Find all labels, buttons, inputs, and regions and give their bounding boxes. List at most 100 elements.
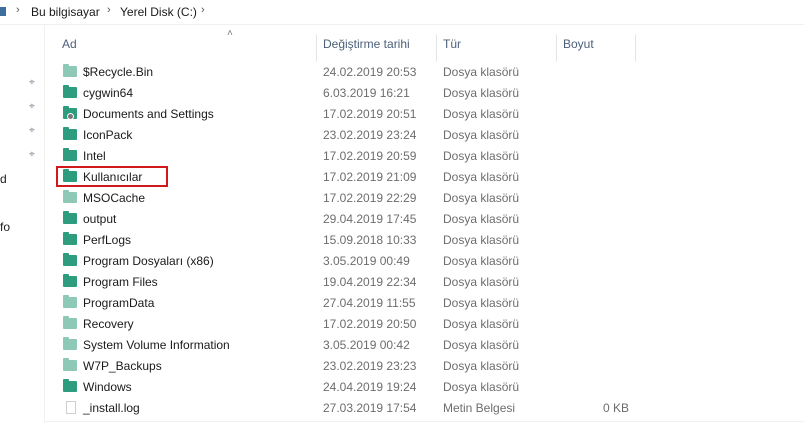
folder-icon bbox=[63, 148, 77, 161]
file-name: Documents and Settings bbox=[83, 107, 214, 121]
chevron-right-icon[interactable]: › bbox=[201, 4, 205, 16]
nav-item-partial[interactable]: d bbox=[0, 172, 7, 186]
column-divider[interactable] bbox=[635, 34, 636, 62]
file-row[interactable]: Program Files 19.04.2019 22:34 Dosya klasö… bbox=[45, 272, 637, 293]
file-date: 3.05.2019 00:49 bbox=[323, 254, 410, 268]
file-name: Program Files bbox=[83, 275, 158, 289]
column-header-name[interactable]: Ad bbox=[62, 37, 77, 51]
breadcrumb-local-disk[interactable]: Yerel Disk (C:) bbox=[120, 5, 197, 19]
file-type: Dosya klasörü bbox=[443, 170, 520, 184]
file-date: 23.02.2019 23:23 bbox=[323, 359, 417, 373]
file-row[interactable]: Program Dosyaları (x86) 3.05.2019 00:49 Do… bbox=[45, 251, 637, 272]
file-date: 27.04.2019 11:55 bbox=[323, 296, 416, 310]
file-row[interactable]: _install.log 27.03.2019 17:54 Metin Belges… bbox=[45, 398, 637, 419]
file-date: 3.05.2019 00:42 bbox=[323, 338, 410, 352]
file-type: Metin Belgesi bbox=[443, 401, 516, 415]
folder-icon bbox=[63, 253, 77, 266]
file-date: 23.02.2019 23:24 bbox=[323, 128, 417, 142]
file-date: 17.02.2019 21:09 bbox=[323, 170, 417, 184]
file-name: output bbox=[83, 212, 117, 226]
nav-item-partial[interactable]: fo bbox=[0, 220, 10, 234]
file-row[interactable]: Intel 17.02.2019 20:59 Dosya klasörü bbox=[45, 146, 637, 167]
file-row[interactable]: output 29.04.2019 17:45 Dosya klasörü bbox=[45, 209, 637, 230]
navigation-pane: ⌖ ⌖ ⌖ ⌖ d fo bbox=[0, 24, 45, 422]
folder-hidden-icon bbox=[63, 337, 77, 350]
file-date: 6.03.2019 16:21 bbox=[323, 86, 410, 100]
breadcrumb-this-pc[interactable]: Bu bilgisayar bbox=[31, 5, 100, 19]
file-type: Dosya klasörü bbox=[443, 86, 520, 100]
file-row[interactable]: System Volume Information 3.05.2019 00:42… bbox=[45, 335, 637, 356]
file-type: Dosya klasörü bbox=[443, 107, 520, 121]
file-name: Intel bbox=[83, 149, 106, 163]
column-divider[interactable] bbox=[556, 34, 557, 62]
column-header-row: ˄ Ad Değiştirme tarihi Tür Boyut bbox=[45, 24, 804, 62]
file-date: 24.02.2019 20:53 bbox=[323, 65, 417, 79]
file-type: Dosya klasörü bbox=[443, 275, 520, 289]
file-date: 17.02.2019 20:50 bbox=[323, 317, 417, 331]
file-size: 0 KB bbox=[602, 401, 629, 415]
file-name: cygwin64 bbox=[83, 86, 134, 100]
file-row[interactable]: W7P_Backups 23.02.2019 23:23 Dosya klasörü bbox=[45, 356, 637, 377]
file-name: W7P_Backups bbox=[83, 359, 162, 373]
folder-icon bbox=[63, 379, 77, 392]
file-row[interactable]: IconPack 23.02.2019 23:24 Dosya klasörü bbox=[45, 125, 637, 146]
pin-icon: ⌖ bbox=[29, 149, 35, 160]
column-header-type[interactable]: Tür bbox=[443, 37, 461, 51]
file-type: Dosya klasörü bbox=[443, 212, 520, 226]
pin-icon: ⌖ bbox=[29, 101, 35, 112]
file-date: 24.04.2019 19:24 bbox=[323, 380, 417, 394]
chevron-right-icon[interactable]: › bbox=[16, 4, 20, 16]
folder-icon bbox=[63, 85, 77, 98]
file-type: Dosya klasörü bbox=[443, 380, 520, 394]
file-type: Dosya klasörü bbox=[443, 359, 520, 373]
file-type: Dosya klasörü bbox=[443, 128, 520, 142]
pin-icon: ⌖ bbox=[29, 77, 35, 88]
folder-hidden-icon bbox=[63, 295, 77, 308]
file-type: Dosya klasörü bbox=[443, 338, 520, 352]
file-date: 19.04.2019 22:34 bbox=[323, 275, 417, 289]
file-name: ProgramData bbox=[83, 296, 155, 310]
computer-icon bbox=[0, 7, 6, 16]
file-date: 27.03.2019 17:54 bbox=[323, 401, 417, 415]
address-bar: › Bu bilgisayar › Yerel Disk (C:) › bbox=[0, 0, 804, 25]
text-file-icon bbox=[66, 401, 76, 414]
file-date: 17.02.2019 22:29 bbox=[323, 191, 417, 205]
file-row[interactable]: MSOCache 17.02.2019 22:29 Dosya klasörü bbox=[45, 188, 637, 209]
folder-hidden-icon bbox=[63, 190, 77, 203]
file-date: 15.09.2018 10:33 bbox=[323, 233, 417, 247]
file-name: MSOCache bbox=[83, 191, 146, 205]
folder-hidden-icon bbox=[63, 358, 77, 371]
file-name: $Recycle.Bin bbox=[83, 65, 154, 79]
file-type: Dosya klasörü bbox=[443, 296, 520, 310]
file-name: PerfLogs bbox=[83, 233, 132, 247]
column-header-date[interactable]: Değiştirme tarihi bbox=[323, 37, 410, 51]
file-type: Dosya klasörü bbox=[443, 149, 520, 163]
folder-icon bbox=[63, 211, 77, 224]
file-type: Dosya klasörü bbox=[443, 191, 520, 205]
folder-hidden-icon bbox=[63, 64, 77, 77]
file-type: Dosya klasörü bbox=[443, 254, 520, 268]
file-type: Dosya klasörü bbox=[443, 317, 520, 331]
chevron-right-icon[interactable]: › bbox=[107, 4, 111, 16]
file-type: Dosya klasörü bbox=[443, 233, 520, 247]
file-row[interactable]: PerfLogs 15.09.2018 10:33 Dosya klasörü bbox=[45, 230, 637, 251]
folder-hidden-icon bbox=[63, 316, 77, 329]
sort-ascending-icon: ˄ bbox=[227, 28, 233, 39]
column-divider[interactable] bbox=[316, 34, 317, 62]
file-row[interactable]: Documents and Settings 17.02.2019 20:51 Do… bbox=[45, 104, 637, 125]
file-row[interactable]: Windows 24.04.2019 19:24 Dosya klasörü bbox=[45, 377, 637, 398]
file-name: Recovery bbox=[83, 317, 134, 331]
file-row[interactable]: ProgramData 27.04.2019 11:55 Dosya klasörü bbox=[45, 293, 637, 314]
folder-icon bbox=[63, 232, 77, 245]
column-divider[interactable] bbox=[436, 34, 437, 62]
folder-icon bbox=[63, 127, 77, 140]
file-date: 17.02.2019 20:51 bbox=[323, 107, 417, 121]
file-date: 17.02.2019 20:59 bbox=[323, 149, 417, 163]
folder-icon bbox=[63, 274, 77, 287]
file-date: 29.04.2019 17:45 bbox=[323, 212, 417, 226]
file-row[interactable]: $Recycle.Bin 24.02.2019 20:53 Dosya klasör… bbox=[45, 62, 637, 83]
file-row[interactable]: cygwin64 6.03.2019 16:21 Dosya klasörü bbox=[45, 83, 637, 104]
column-header-size[interactable]: Boyut bbox=[563, 37, 594, 51]
file-row[interactable]: Recovery 17.02.2019 20:50 Dosya klasörü bbox=[45, 314, 637, 335]
file-name: _install.log bbox=[83, 401, 140, 415]
